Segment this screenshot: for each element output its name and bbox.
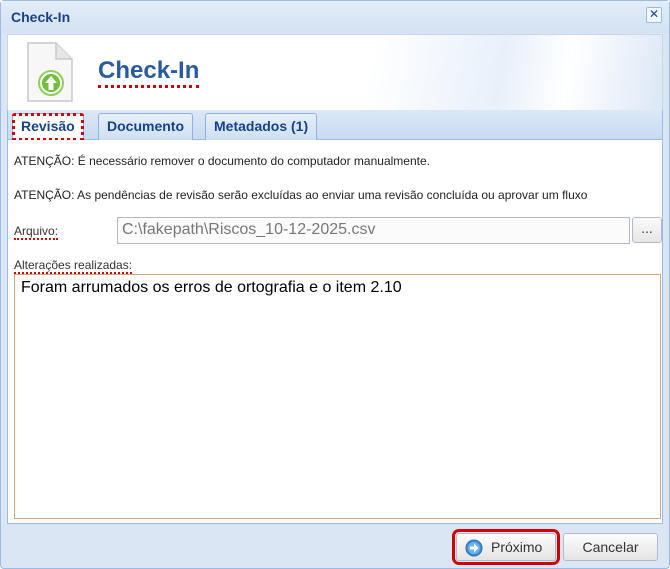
header-title: Check-In bbox=[98, 57, 200, 88]
next-button[interactable]: Próximo bbox=[452, 529, 560, 565]
file-label: Arquivo: bbox=[14, 224, 59, 240]
cancel-button[interactable]: Cancelar bbox=[563, 533, 658, 561]
document-upload-icon bbox=[27, 42, 73, 102]
file-path-input[interactable]: C:\fakepath\Riscos_10-12-2025.csv bbox=[117, 217, 630, 244]
changes-label: Alterações realizadas: bbox=[14, 258, 133, 274]
tab-documento[interactable]: Documento bbox=[98, 113, 193, 140]
dialog-footer: Próximo Cancelar bbox=[1, 525, 669, 569]
header-banner: Check-In bbox=[7, 34, 663, 110]
check-in-dialog: Check-In ✕ Check-In Revisão Documento Me… bbox=[0, 0, 670, 569]
next-button-label: Próximo bbox=[491, 539, 543, 555]
dialog-title: Check-In bbox=[11, 9, 71, 25]
warning-remove-document: ATENÇÃO: É necessário remover o document… bbox=[14, 154, 430, 168]
changes-textarea[interactable]: Foram arrumados os erros de ortografia e… bbox=[14, 274, 661, 519]
revision-form: ATENÇÃO: É necessário remover o document… bbox=[7, 140, 663, 524]
tab-metadados[interactable]: Metadados (1) bbox=[205, 113, 318, 140]
close-icon[interactable]: ✕ bbox=[646, 7, 662, 23]
tab-revisao[interactable]: Revisão bbox=[12, 113, 84, 141]
dialog-titlebar[interactable]: Check-In ✕ bbox=[1, 1, 669, 33]
browse-button[interactable]: ... bbox=[632, 217, 662, 243]
next-arrow-icon bbox=[465, 539, 483, 557]
warning-pending-revisions: ATENÇÃO: As pendências de revisão serão … bbox=[14, 188, 588, 202]
tab-bar: Revisão Documento Metadados (1) bbox=[7, 110, 663, 141]
